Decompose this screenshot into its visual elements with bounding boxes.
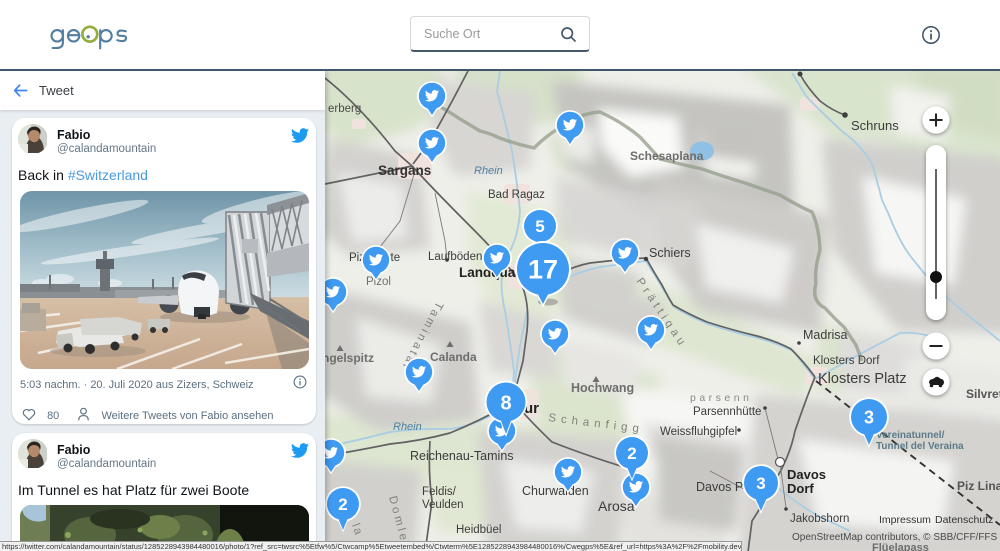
svg-text:2: 2 — [627, 444, 636, 463]
svg-text:ngelspitz: ngelspitz — [325, 351, 374, 365]
svg-text:8: 8 — [500, 393, 511, 415]
svg-text:Arosa: Arosa — [598, 498, 635, 514]
svg-text:2: 2 — [338, 495, 347, 514]
svg-text:Heidbüel: Heidbüel — [456, 524, 501, 536]
svg-text:Piz Linar: Piz Linar — [957, 479, 1000, 493]
svg-text:Rhein: Rhein — [393, 421, 422, 433]
svg-text:Reichenau-Tamins: Reichenau-Tamins — [410, 449, 514, 463]
svg-text:Impressum: Impressum — [879, 514, 931, 526]
svg-text:Schiers: Schiers — [649, 246, 691, 260]
svg-text:Weissfluhgipfel: Weissfluhgipfel — [660, 426, 737, 438]
svg-text:5: 5 — [535, 217, 544, 236]
svg-text:17: 17 — [528, 255, 558, 285]
svg-text:Calanda: Calanda — [430, 350, 477, 364]
svg-text:Rhein: Rhein — [474, 165, 503, 177]
svg-text:Davos: Davos — [787, 467, 826, 482]
svg-text:Schruns: Schruns — [851, 118, 899, 133]
svg-text:Hochwang: Hochwang — [571, 381, 634, 395]
svg-text:Silvrett: Silvrett — [966, 387, 1000, 401]
svg-text:Tunnel del Veraina: Tunnel del Veraina — [876, 441, 964, 452]
svg-text:Dorf: Dorf — [787, 481, 814, 496]
svg-text:Parsennhütte: Parsennhütte — [693, 406, 761, 418]
svg-text:parsenn: parsenn — [690, 392, 752, 404]
svg-text:Klosters Dorf: Klosters Dorf — [813, 355, 880, 367]
svg-text:Vereinatunnel/: Vereinatunnel/ — [876, 430, 945, 441]
svg-text:Datenschutz: Datenschutz — [935, 514, 993, 526]
svg-text:3: 3 — [756, 474, 765, 493]
svg-text:Veulden: Veulden — [422, 499, 464, 511]
svg-text:Churwalden: Churwalden — [522, 484, 589, 498]
svg-text:erberg: erberg — [328, 103, 361, 115]
svg-text:Davos Pl: Davos Pl — [696, 480, 746, 494]
svg-text:Schesaplana: Schesaplana — [630, 149, 704, 163]
svg-text:Laufböden: Laufböden — [428, 251, 482, 263]
svg-text:Sargans: Sargans — [378, 163, 431, 178]
svg-text:Pizol: Pizol — [366, 276, 391, 288]
svg-text:Jakobshorn: Jakobshorn — [790, 513, 849, 525]
svg-text:Klosters Platz: Klosters Platz — [818, 371, 907, 387]
svg-text:3: 3 — [864, 408, 874, 428]
svg-text:Madrisa: Madrisa — [803, 328, 848, 342]
svg-text:Flüelapass: Flüelapass — [872, 542, 929, 551]
svg-text:Bad Ragaz: Bad Ragaz — [488, 189, 545, 201]
svg-text:Feldis/: Feldis/ — [422, 486, 457, 498]
